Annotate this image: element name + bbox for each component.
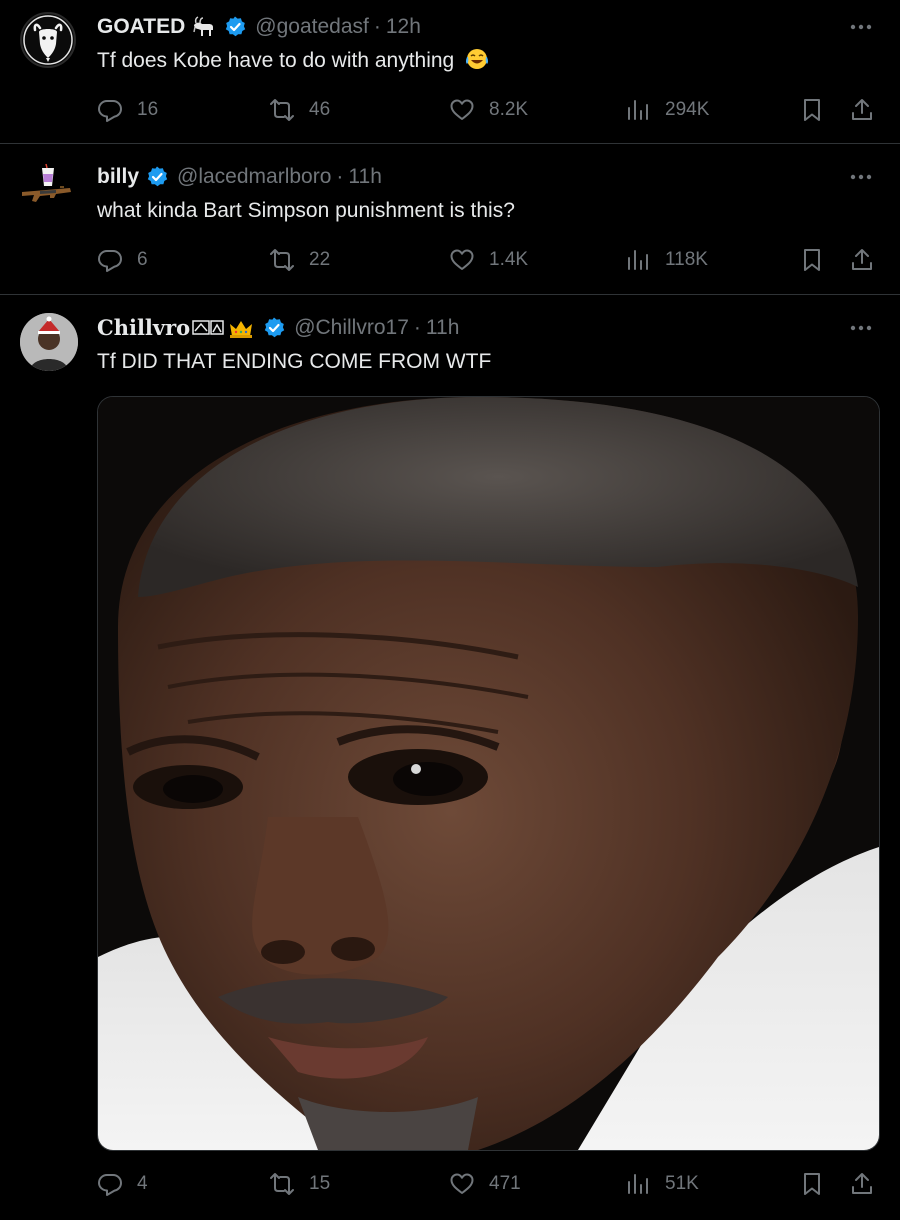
tweet-text: Tf does Kobe have to do with anything bbox=[97, 47, 860, 79]
display-name[interactable]: GOATED bbox=[97, 13, 185, 41]
reply-button[interactable]: 6 bbox=[97, 244, 148, 276]
tweet-text-body: Tf does Kobe have to do with anything bbox=[97, 49, 455, 72]
reply-icon bbox=[98, 100, 122, 122]
repost-count: 22 bbox=[309, 249, 331, 270]
share-button[interactable] bbox=[849, 94, 875, 126]
like-count: 1.4K bbox=[489, 249, 529, 270]
display-name[interactable]: Chillvro bbox=[97, 314, 190, 342]
views-count: 51K bbox=[665, 1173, 699, 1194]
repost-button[interactable]: 15 bbox=[269, 1168, 330, 1200]
avatar-chillvro[interactable] bbox=[20, 313, 78, 371]
more-icon[interactable] bbox=[846, 316, 876, 340]
reply-button[interactable]: 16 bbox=[97, 94, 158, 126]
views-icon bbox=[628, 250, 648, 270]
more-icon[interactable] bbox=[846, 165, 876, 189]
share-icon bbox=[852, 1173, 872, 1194]
share-icon bbox=[852, 99, 872, 120]
goat-crown-emoji-icon bbox=[192, 316, 256, 340]
like-button[interactable]: 1.4K bbox=[449, 244, 528, 276]
reply-icon bbox=[98, 1174, 122, 1196]
tweet-goated[interactable]: GOATED @goatedasf · 12h Tf does Kobe hav… bbox=[0, 0, 900, 143]
views-count: 294K bbox=[665, 99, 710, 120]
timestamp[interactable]: 11h bbox=[426, 314, 459, 342]
verified-icon bbox=[223, 15, 247, 39]
verified-icon bbox=[145, 165, 169, 189]
like-button[interactable]: 8.2K bbox=[449, 94, 528, 126]
bookmark-button[interactable] bbox=[799, 244, 825, 276]
tweet-text: what kinda Bart Simpson punishment is th… bbox=[97, 199, 515, 222]
heart-icon bbox=[450, 99, 474, 120]
separator-dot: · bbox=[336, 165, 344, 188]
reply-icon bbox=[98, 250, 122, 272]
bookmark-icon bbox=[804, 249, 820, 271]
repost-icon bbox=[270, 99, 294, 121]
bookmark-icon bbox=[804, 1173, 820, 1195]
repost-count: 15 bbox=[309, 1173, 331, 1194]
avatar-goated[interactable] bbox=[20, 12, 76, 68]
like-count: 471 bbox=[489, 1173, 521, 1194]
display-name[interactable]: billy bbox=[97, 163, 139, 191]
reply-count: 16 bbox=[137, 99, 159, 120]
handle[interactable]: @lacedmarlboro bbox=[177, 163, 331, 191]
tweet-header: GOATED @goatedasf · 12h bbox=[97, 13, 840, 41]
tweet-text: Tf DID THAT ENDING COME FROM WTF bbox=[97, 350, 492, 373]
repost-count: 46 bbox=[309, 99, 331, 120]
action-bar: 16 46 8.2K 294K bbox=[97, 94, 881, 126]
views-icon bbox=[628, 100, 648, 120]
handle[interactable]: @Chillvro17 bbox=[294, 314, 409, 342]
reply-count: 6 bbox=[137, 249, 148, 270]
verified-icon bbox=[262, 316, 286, 340]
goat-logo-icon bbox=[23, 15, 73, 65]
closeup-face-photo bbox=[98, 397, 879, 1150]
avatar-billy[interactable] bbox=[20, 160, 76, 216]
reply-count: 4 bbox=[137, 1173, 148, 1194]
share-button[interactable] bbox=[849, 1168, 875, 1200]
tweet-billy[interactable]: billy @lacedmarlboro · 11h what kinda Ba… bbox=[0, 144, 900, 294]
timestamp[interactable]: 12h bbox=[386, 13, 421, 41]
more-icon[interactable] bbox=[846, 15, 876, 39]
action-bar: 4 15 471 51K bbox=[97, 1168, 881, 1200]
gun-cup-avatar-icon bbox=[22, 163, 71, 202]
heart-icon bbox=[450, 1173, 474, 1194]
share-button[interactable] bbox=[849, 244, 875, 276]
bookmark-button[interactable] bbox=[799, 1168, 825, 1200]
share-icon bbox=[852, 249, 872, 270]
views-icon bbox=[628, 1174, 648, 1194]
like-count: 8.2K bbox=[489, 99, 529, 120]
handle[interactable]: @goatedasf bbox=[255, 13, 369, 41]
person-avatar-icon bbox=[20, 313, 78, 371]
views-button[interactable]: 118K bbox=[625, 244, 708, 276]
bookmark-button[interactable] bbox=[799, 94, 825, 126]
tweet-header: Chillvro @Chillvro17 · 11h bbox=[97, 314, 840, 342]
separator-dot: · bbox=[413, 316, 421, 339]
heart-icon bbox=[450, 249, 474, 270]
goat-emoji-icon bbox=[191, 15, 217, 39]
tears-of-joy-emoji-icon bbox=[464, 47, 490, 79]
tweet-header: billy @lacedmarlboro · 11h bbox=[97, 163, 840, 191]
tweet-media-photo[interactable] bbox=[97, 396, 880, 1151]
separator-dot: · bbox=[373, 15, 381, 38]
bookmark-icon bbox=[804, 99, 820, 121]
reply-button[interactable]: 4 bbox=[97, 1168, 148, 1200]
repost-button[interactable]: 46 bbox=[269, 94, 330, 126]
timestamp[interactable]: 11h bbox=[348, 163, 381, 191]
repost-icon bbox=[270, 249, 294, 271]
action-bar: 6 22 1.4K 118K bbox=[97, 244, 881, 276]
like-button[interactable]: 471 bbox=[449, 1168, 521, 1200]
repost-icon bbox=[270, 1173, 294, 1195]
views-button[interactable]: 51K bbox=[625, 1168, 699, 1200]
views-button[interactable]: 294K bbox=[625, 94, 709, 126]
views-count: 118K bbox=[665, 249, 708, 270]
repost-button[interactable]: 22 bbox=[269, 244, 330, 276]
